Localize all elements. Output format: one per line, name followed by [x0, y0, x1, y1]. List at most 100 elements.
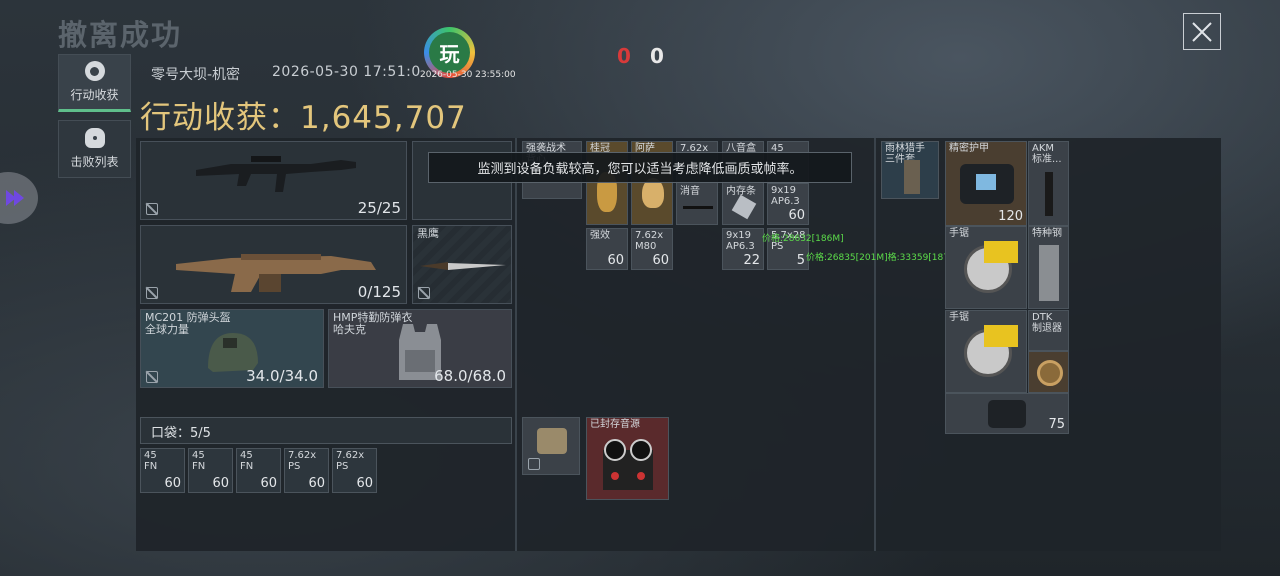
- pocket-count: 5/5: [190, 426, 211, 441]
- lock-icon: [418, 287, 430, 299]
- item-count: 120: [998, 209, 1023, 224]
- backpack-item[interactable]: 9x19 AP6.3 60: [767, 183, 809, 225]
- rig-item[interactable]: 特种钢: [1028, 226, 1069, 309]
- backpack-item[interactable]: 强效 60: [586, 228, 628, 270]
- lock-icon: [146, 371, 158, 383]
- rig-item[interactable]: [1028, 351, 1069, 393]
- item-label: 7.62x PS: [288, 450, 317, 472]
- rig-item[interactable]: 手锯: [945, 310, 1027, 393]
- container-item[interactable]: 已封存音源: [586, 417, 669, 500]
- magazine-icon: [1045, 172, 1053, 216]
- page-title: 撤离成功: [58, 18, 183, 52]
- item-label: 强效: [590, 230, 610, 241]
- item-label: 消音: [680, 186, 700, 197]
- item-label: 45 FN: [192, 450, 206, 472]
- item-count: 60: [607, 253, 624, 268]
- secondary-ammo: 0/125: [357, 283, 401, 301]
- helmet-slot[interactable]: MC201 防弹头盔 全球力量 34.0/34.0: [140, 309, 324, 388]
- vest-slot[interactable]: HMP特勤防弹衣 哈夫克 68.0/68.0: [328, 309, 512, 388]
- bag-icon: [988, 400, 1026, 428]
- harvest-value: 1,645,707: [300, 100, 467, 136]
- tab-kill-list-label: 击败列表: [70, 155, 119, 169]
- saw-body-icon: [984, 325, 1018, 347]
- debug-price-1: 价格:28632[186M]: [762, 234, 844, 244]
- score-white: 0: [650, 44, 664, 68]
- saw-body-icon: [984, 241, 1018, 263]
- item-count: 60: [356, 476, 373, 491]
- item-count: 60: [260, 476, 277, 491]
- item-label: 精密护甲: [949, 143, 989, 154]
- rifle-icon: [196, 156, 356, 192]
- melee-slot[interactable]: 黑鹰: [412, 225, 512, 304]
- skull-icon: [84, 128, 105, 148]
- item-label: 9x19 AP6.3: [771, 185, 800, 207]
- machine-gun-icon: [176, 254, 376, 292]
- match-time: 2026-05-30 17:51:0: [272, 64, 421, 80]
- item-label: 7.62x PS: [336, 450, 365, 472]
- item-count: 60: [652, 253, 669, 268]
- primary-weapon-slot[interactable]: 25/25: [140, 141, 407, 220]
- primary-ammo: 25/25: [357, 199, 401, 217]
- match-time-small: 2026-05-30 23:55:00: [420, 70, 516, 80]
- suppressor-icon: [683, 206, 713, 209]
- item-label: 7.62x M80: [635, 230, 664, 252]
- rig-item[interactable]: 雨林猎手 三件套: [881, 141, 939, 199]
- item-count: 22: [743, 253, 760, 268]
- secondary-weapon-slot[interactable]: 0/125: [140, 225, 407, 304]
- close-icon: [1192, 21, 1212, 42]
- muzzle-icon: [1037, 360, 1063, 386]
- tab-harvest[interactable]: 行动收获: [58, 54, 131, 112]
- rig-item[interactable]: 精密护甲 120: [945, 141, 1027, 226]
- safe-box-item[interactable]: [522, 417, 580, 475]
- tab-harvest-label: 行动收获: [70, 88, 119, 102]
- pocket-header: 口袋：5/5: [140, 417, 512, 444]
- lock-icon: [146, 203, 158, 215]
- melee-label: 黑鹰: [417, 227, 439, 240]
- lock-icon: [528, 458, 540, 470]
- vest-durability: 68.0/68.0: [434, 367, 506, 385]
- pocket-item[interactable]: 7.62x PS 60: [332, 448, 377, 493]
- figure-icon: [904, 160, 920, 194]
- lock-icon: [146, 287, 158, 299]
- pocket-item[interactable]: 45 FN 60: [236, 448, 281, 493]
- rig-item[interactable]: AKM 标准...: [1028, 141, 1069, 226]
- pocket-item[interactable]: 7.62x PS 60: [284, 448, 329, 493]
- item-label: 45 FN: [144, 450, 158, 472]
- map-name: 零号大坝-机密: [151, 67, 241, 83]
- rig-item[interactable]: DTK 制退器: [1028, 310, 1069, 351]
- rig-item[interactable]: 75: [945, 393, 1069, 434]
- harvest-label: 行动收获：: [140, 100, 300, 136]
- rig-item[interactable]: 手锯: [945, 226, 1027, 309]
- panel-divider: [515, 138, 517, 551]
- close-button[interactable]: [1183, 13, 1221, 50]
- item-count: 5: [796, 253, 805, 268]
- safe-box-icon: [537, 428, 567, 454]
- item-count: 60: [308, 476, 325, 491]
- tab-kill-list[interactable]: 击败列表: [58, 120, 131, 178]
- debug-price-2: 价格:26835[201M]格:33359[187M]: [806, 253, 961, 263]
- item-label: 45 FN: [240, 450, 254, 472]
- side-expand-button[interactable]: [0, 172, 38, 224]
- item-count: 60: [788, 208, 805, 223]
- item-count: 60: [164, 476, 181, 491]
- item-label: DTK 制退器: [1032, 312, 1062, 334]
- screen-icon: [976, 174, 996, 190]
- performance-notice: 监测到设备负载较高，您可以适当考虑降低画质或帧率。: [428, 152, 852, 183]
- item-count: 60: [212, 476, 229, 491]
- harvest-total: 行动收获：1,645,707: [140, 92, 467, 137]
- item-label: 9x19 AP6.3: [726, 230, 755, 252]
- pocket-item[interactable]: 45 FN 60: [188, 448, 233, 493]
- item-count: 75: [1048, 417, 1065, 432]
- reel-recorder-icon: [603, 439, 653, 490]
- item-label: 已封存音源: [590, 419, 640, 430]
- backpack-item[interactable]: 9x19 AP6.3 22: [722, 228, 764, 270]
- helmet-durability: 34.0/34.0: [246, 367, 318, 385]
- pocket-item[interactable]: 45 FN 60: [140, 448, 185, 493]
- knife-icon: [420, 262, 506, 270]
- item-label: AKM 标准...: [1032, 143, 1062, 165]
- memory-icon: [731, 194, 757, 220]
- backpack-item[interactable]: 7.62x M80 60: [631, 228, 673, 270]
- score-red: 0: [617, 44, 631, 68]
- wan-badge-text: 玩: [429, 32, 470, 73]
- harvest-icon: [84, 61, 105, 81]
